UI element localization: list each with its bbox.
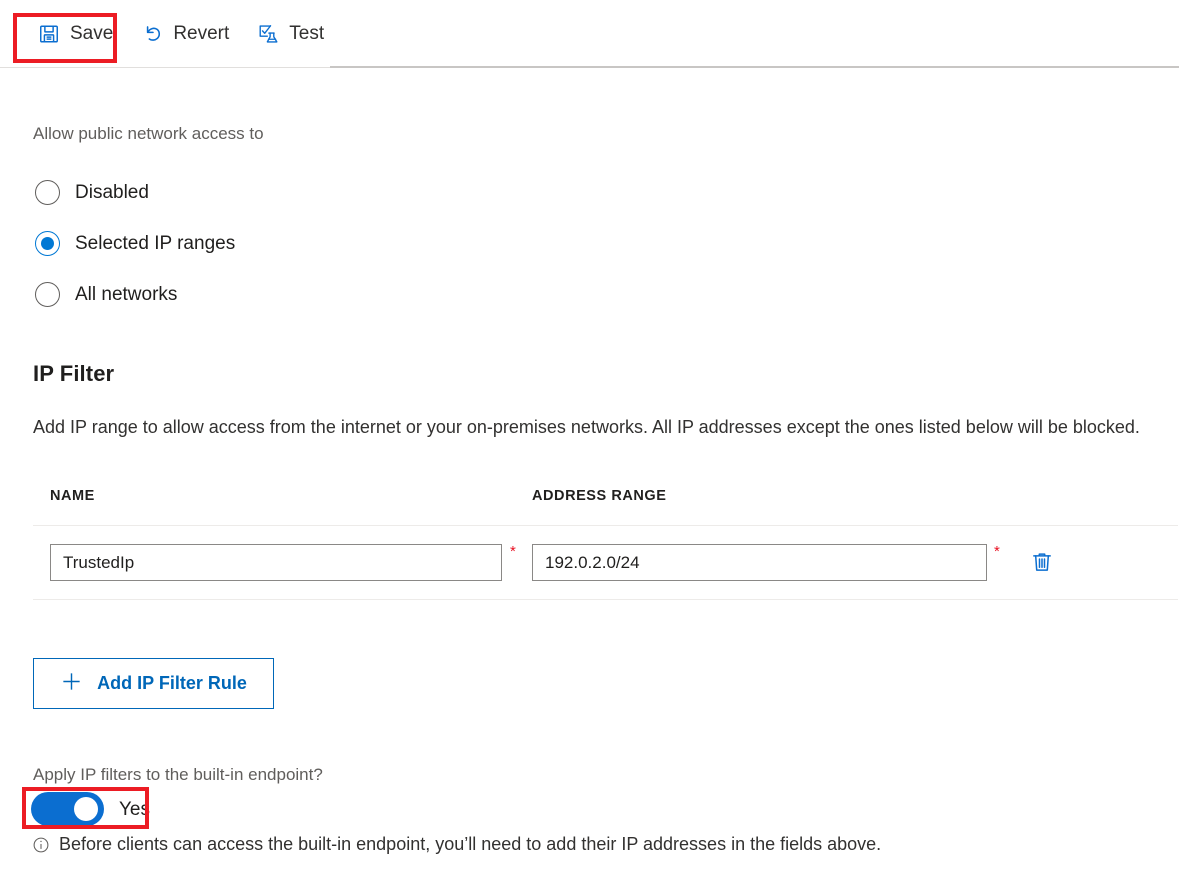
revert-button[interactable]: Revert bbox=[127, 14, 243, 54]
radio-label-selected-ip-ranges: Selected IP ranges bbox=[75, 234, 235, 253]
ip-filter-description: Add IP range to allow access from the in… bbox=[33, 417, 1140, 438]
radio-mark-all-networks bbox=[35, 282, 60, 307]
ip-filter-heading: IP Filter bbox=[33, 361, 114, 387]
plus-icon bbox=[60, 670, 83, 698]
delete-rule-button[interactable] bbox=[1025, 546, 1059, 580]
required-marker-name: * bbox=[510, 544, 516, 559]
builtin-endpoint-toggle-value: Yes bbox=[119, 800, 150, 819]
test-button-label: Test bbox=[289, 24, 324, 43]
builtin-endpoint-note-text: Before clients can access the built-in e… bbox=[59, 834, 881, 855]
column-header-name: NAME bbox=[50, 488, 95, 504]
public-access-label: Allow public network access to bbox=[33, 124, 264, 144]
revert-button-label: Revert bbox=[173, 24, 229, 43]
test-button[interactable]: Test bbox=[243, 14, 338, 54]
add-ip-filter-rule-label: Add IP Filter Rule bbox=[97, 673, 247, 694]
required-marker-address-range: * bbox=[994, 544, 1000, 559]
trash-icon bbox=[1030, 550, 1054, 577]
builtin-endpoint-label: Apply IP filters to the built-in endpoin… bbox=[33, 765, 323, 785]
toggle-knob bbox=[74, 797, 98, 821]
add-ip-filter-rule-button[interactable]: Add IP Filter Rule bbox=[33, 658, 274, 709]
radio-label-all-networks: All networks bbox=[75, 285, 177, 304]
ip-filter-table: NAME ADDRESS RANGE * * bbox=[33, 488, 1178, 600]
radio-mark-selected-ip-ranges bbox=[35, 231, 60, 256]
radio-label-disabled: Disabled bbox=[75, 183, 149, 202]
networking-settings-panel: Allow public network access to Disabled … bbox=[0, 68, 1179, 892]
radio-dot-disabled bbox=[41, 186, 54, 199]
table-header-row: NAME ADDRESS RANGE bbox=[33, 488, 1178, 526]
info-circle-icon bbox=[32, 836, 50, 854]
save-button[interactable]: Save bbox=[24, 14, 127, 54]
builtin-endpoint-toggle-row: Yes bbox=[31, 792, 150, 826]
radio-option-selected-ip-ranges[interactable]: Selected IP ranges bbox=[35, 218, 235, 269]
save-icon bbox=[38, 23, 60, 45]
column-header-address-range: ADDRESS RANGE bbox=[532, 488, 666, 504]
radio-mark-disabled bbox=[35, 180, 60, 205]
table-row: * * bbox=[33, 526, 1178, 600]
rule-name-input[interactable] bbox=[50, 544, 502, 581]
builtin-endpoint-note: Before clients can access the built-in e… bbox=[32, 834, 881, 855]
radio-dot-selected-ip-ranges bbox=[41, 237, 54, 250]
test-icon bbox=[257, 23, 279, 45]
command-bar: Save Revert Test bbox=[0, 0, 1179, 68]
rule-address-range-input[interactable] bbox=[532, 544, 987, 581]
radio-dot-all-networks bbox=[41, 288, 54, 301]
command-bar-items: Save Revert Test bbox=[24, 0, 338, 67]
radio-option-all-networks[interactable]: All networks bbox=[35, 269, 235, 320]
save-button-label: Save bbox=[70, 24, 113, 43]
public-access-radio-group: Disabled Selected IP ranges All networks bbox=[35, 167, 235, 320]
revert-icon bbox=[141, 23, 163, 45]
builtin-endpoint-toggle[interactable] bbox=[31, 792, 104, 826]
radio-option-disabled[interactable]: Disabled bbox=[35, 167, 235, 218]
